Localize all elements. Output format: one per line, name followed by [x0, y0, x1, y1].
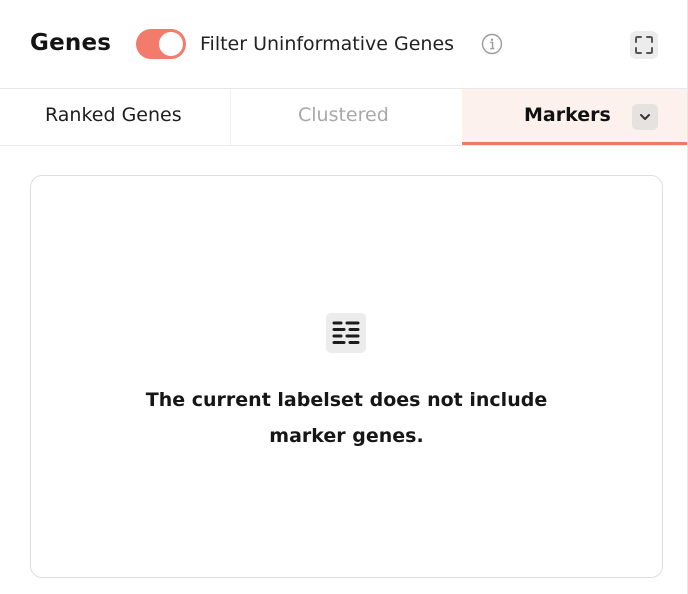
tab-ranked-genes[interactable]: Ranked Genes — [0, 89, 231, 145]
tab-label: Ranked Genes — [45, 104, 182, 126]
filter-toggle-label: Filter Uninformative Genes — [200, 33, 455, 55]
empty-state-card — [30, 175, 663, 578]
markers-dropdown-button[interactable] — [632, 104, 658, 130]
info-icon[interactable] — [481, 33, 503, 55]
toggle-knob — [159, 32, 183, 56]
fullscreen-button[interactable] — [630, 31, 658, 59]
empty-state-line-1: The current labelset does not include — [145, 389, 548, 411]
tab-clustered: Clustered — [231, 89, 462, 145]
empty-state-line-2: marker genes. — [269, 425, 424, 447]
tab-label: Markers — [524, 104, 611, 126]
empty-state-message: The current labelset does not include ma… — [30, 382, 663, 454]
filter-uninformative-toggle[interactable] — [136, 29, 186, 59]
genes-panel: Genes Filter Uninformative Genes Ranked … — [0, 0, 688, 594]
tab-label: Clustered — [298, 104, 389, 126]
gene-tabs: Ranked Genes Clustered Markers — [0, 89, 687, 146]
list-lines-icon — [326, 313, 366, 353]
panel-header: Genes Filter Uninformative Genes — [0, 0, 687, 89]
panel-title: Genes — [30, 30, 112, 56]
